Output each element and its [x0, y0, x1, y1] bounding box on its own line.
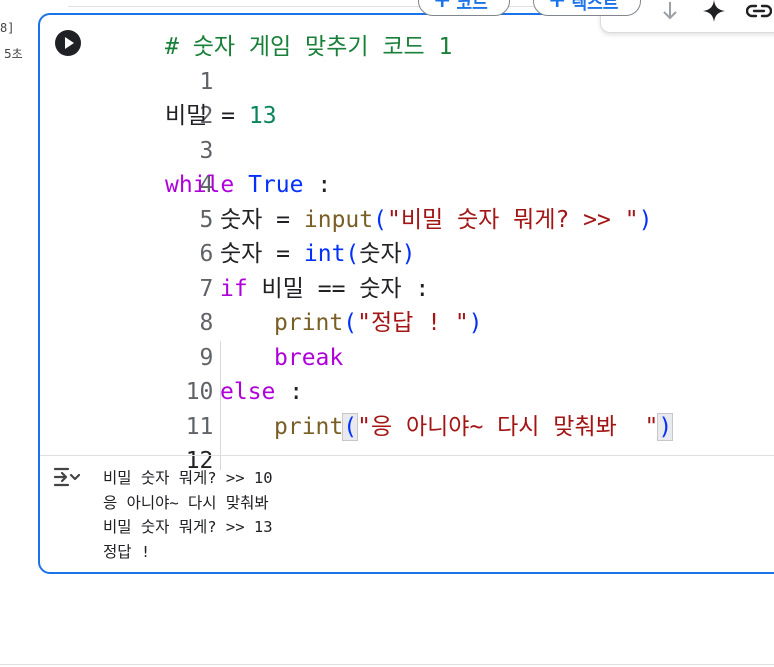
operator: =: [207, 103, 249, 129]
identifier: 비밀: [165, 103, 208, 129]
output-divider: [40, 455, 774, 456]
condition: 비밀 == 숫자 :: [247, 275, 430, 302]
plus-icon: +: [433, 0, 452, 13]
identifier: 숫자: [359, 241, 402, 267]
arrow-down-icon[interactable]: [655, 0, 685, 22]
function-name: input: [303, 206, 374, 233]
code-line: 12 print("응 아니야~ 다시 맞춰봐 "): [128, 410, 674, 474]
string-literal: "응 아니야~ 다시 맞춰봐 ": [357, 413, 659, 440]
code-line: 8 if 비밀 == 숫자 :: [128, 272, 430, 337]
function-name: int: [303, 241, 346, 267]
paren: ): [468, 310, 483, 336]
paren: (: [345, 241, 360, 267]
output-line: 비밀 숫자 뭐게? >> 13: [103, 518, 273, 536]
sparkle-icon[interactable]: [699, 0, 729, 22]
plus-icon: +: [548, 0, 567, 13]
punctuation: :: [275, 379, 304, 405]
cell-output: 비밀 숫자 뭐게? >> 10 응 아니야~ 다시 맞춰봐 비밀 숫자 뭐게? …: [103, 466, 273, 564]
string-literal: "정답 ! ": [357, 310, 469, 336]
code-line: 6 숫자 = input("비밀 숫자 뭐게? >> "): [128, 203, 653, 268]
output-line: 비밀 숫자 뭐게? >> 10: [103, 469, 273, 487]
add-text-label: 텍스트: [571, 0, 619, 14]
assignment: 숫자 =: [220, 206, 304, 233]
code-editor[interactable]: 1 # 숫자 게임 맞추기 코드 1 2 3 비밀 = 13 4 5 while…: [128, 30, 674, 474]
keyword: while: [165, 172, 235, 198]
paren: ): [657, 412, 674, 441]
number-literal: 13: [248, 103, 277, 129]
punctuation: :: [303, 172, 332, 198]
comment: # 숫자 게임 맞추기 코드 1: [165, 34, 453, 60]
add-code-label: 코드: [456, 0, 488, 14]
bottom-divider: [0, 664, 774, 665]
output-line: 정답 !: [103, 542, 151, 561]
keyword: break: [274, 344, 344, 371]
keyword: else: [220, 379, 276, 405]
code-line: 11 else :: [128, 375, 303, 440]
code-line: 5 while True :: [128, 168, 331, 233]
output-collapse-icon[interactable]: [52, 464, 81, 494]
function-name: print: [274, 413, 344, 440]
code-line: 2: [128, 65, 214, 129]
add-code-button[interactable]: + 코드: [418, 0, 510, 16]
paren: ): [638, 206, 653, 233]
code-line: 7 숫자 = int(숫자): [128, 237, 416, 302]
code-line: 10 break: [128, 341, 344, 406]
run-cell-button[interactable]: [55, 30, 81, 56]
code-line: 1 # 숫자 게임 맞추기 코드 1: [128, 30, 452, 95]
code-line: 4: [128, 134, 214, 198]
constant: True: [248, 172, 304, 198]
output-line: 응 아니야~ 다시 맞춰봐: [103, 493, 269, 512]
assignment: 숫자 =: [220, 241, 304, 267]
paren: ): [401, 241, 416, 267]
paren: (: [373, 206, 387, 233]
function-name: print: [274, 310, 344, 336]
code-line: 9 print("정답 ! "): [128, 306, 483, 371]
execution-time: 5초: [4, 47, 23, 61]
link-icon[interactable]: [743, 0, 774, 22]
paren: (: [342, 412, 359, 441]
string-literal: "비밀 숫자 뭐게? >> ": [386, 206, 639, 233]
keyword: if: [220, 275, 248, 302]
paren: (: [343, 310, 358, 336]
add-text-button[interactable]: + 텍스트: [533, 0, 641, 16]
code-line: 3 비밀 = 13: [128, 99, 277, 164]
play-icon: [65, 37, 74, 49]
execution-count: 8]: [0, 21, 15, 35]
